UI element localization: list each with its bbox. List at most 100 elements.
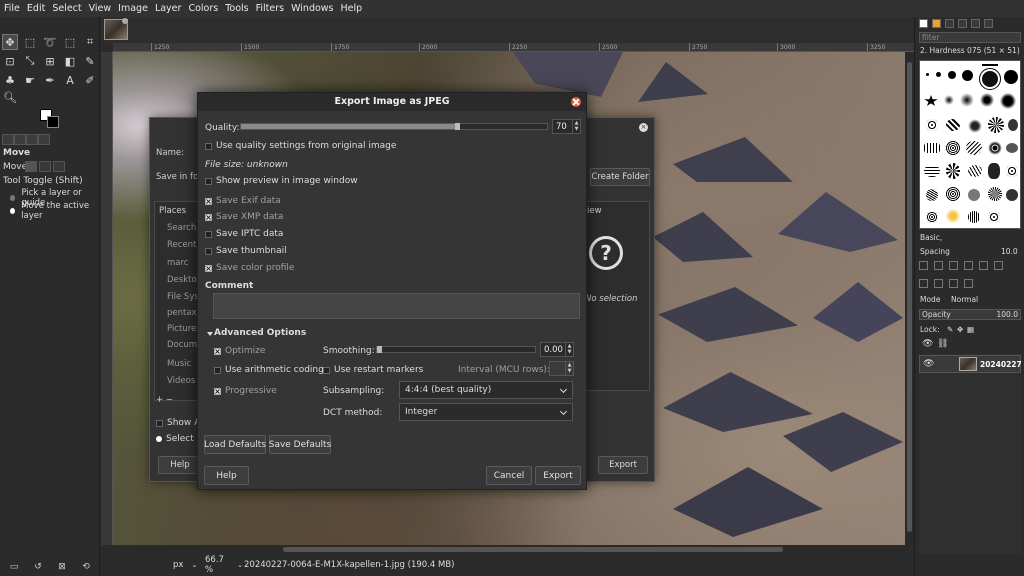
- menu-filters[interactable]: Filters: [256, 3, 284, 14]
- eye-icon[interactable]: 👁︎: [922, 339, 933, 349]
- scroll-thumb[interactable]: [283, 547, 783, 552]
- brush-item[interactable]: [924, 95, 938, 106]
- menu-image[interactable]: Image: [118, 3, 148, 14]
- arithmetic-coding-checkbox[interactable]: Use arithmetic coding: [214, 365, 324, 375]
- brush-item[interactable]: [962, 70, 973, 81]
- brush-item[interactable]: [926, 189, 938, 201]
- color-picker-icon[interactable]: ✐: [82, 72, 98, 88]
- menu-select[interactable]: Select: [52, 3, 81, 14]
- comment-textarea[interactable]: [213, 293, 580, 319]
- brush-item[interactable]: [988, 211, 1000, 223]
- cage-transform-icon[interactable]: ⊞: [42, 53, 58, 69]
- paths-icon[interactable]: ✒: [42, 72, 58, 88]
- brush-item[interactable]: [948, 71, 956, 79]
- brush-item[interactable]: [966, 141, 982, 155]
- menu-file[interactable]: File: [4, 3, 20, 14]
- eye-icon[interactable]: 👁︎: [923, 359, 934, 369]
- move-layer-mode-icon[interactable]: [25, 161, 37, 172]
- horizontal-scrollbar[interactable]: [113, 545, 905, 554]
- move-path-mode-icon[interactable]: [53, 161, 65, 172]
- warp-transform-icon[interactable]: ⤡: [22, 53, 38, 69]
- brush-item[interactable]: [982, 64, 998, 66]
- text-tool-icon[interactable]: A: [62, 72, 78, 88]
- background-color-swatch[interactable]: [47, 116, 59, 128]
- brush-item[interactable]: [968, 189, 980, 201]
- add-place-icon[interactable]: + −: [156, 395, 173, 405]
- brush-item[interactable]: [988, 187, 1002, 201]
- zoom-icon[interactable]: 🔍︎: [2, 89, 18, 105]
- menu-help[interactable]: Help: [341, 3, 363, 14]
- brush-item[interactable]: [968, 165, 982, 177]
- chevron-down-icon[interactable]: [207, 332, 213, 336]
- paintbrush-icon[interactable]: ✎: [82, 53, 98, 69]
- paths-tab-icon[interactable]: [949, 279, 958, 288]
- brush-item[interactable]: [979, 68, 1001, 90]
- lock-position-icon[interactable]: ✥: [957, 325, 963, 334]
- open-brush-icon[interactable]: [994, 261, 1003, 270]
- new-brush-icon[interactable]: [934, 261, 943, 270]
- unit-selector[interactable]: px ⌄: [173, 557, 205, 573]
- place-item[interactable]: Search: [167, 223, 196, 233]
- brush-item[interactable]: [924, 143, 940, 153]
- brush-item[interactable]: [960, 93, 974, 107]
- spin-arrows-icon[interactable]: ▲ ▼: [572, 120, 580, 133]
- brush-item[interactable]: [980, 93, 994, 107]
- spin-arrows-icon[interactable]: ▲ ▼: [565, 343, 573, 356]
- gradients-tab-icon[interactable]: [984, 19, 993, 28]
- move-selection-mode-icon[interactable]: [39, 161, 51, 172]
- fg-bg-tab-icon[interactable]: [919, 19, 928, 28]
- menu-colors[interactable]: Colors: [188, 3, 218, 14]
- advanced-options-label[interactable]: Advanced Options: [214, 328, 306, 338]
- brush-item[interactable]: [988, 117, 1004, 133]
- duplicate-brush-icon[interactable]: [949, 261, 958, 270]
- export-button[interactable]: Export: [598, 456, 648, 474]
- place-item[interactable]: Docum: [167, 340, 197, 350]
- undo-history-tab-icon[interactable]: [26, 134, 38, 145]
- menu-edit[interactable]: Edit: [27, 3, 45, 14]
- save-iptc-checkbox[interactable]: Save IPTC data: [205, 229, 283, 239]
- layer-row[interactable]: 👁︎ 20240227-0064: [919, 355, 1022, 373]
- brush-item[interactable]: [944, 95, 954, 105]
- vertical-scrollbar[interactable]: [905, 52, 914, 545]
- restore-options-icon[interactable]: ↺: [32, 561, 44, 573]
- brush-item[interactable]: [946, 187, 960, 201]
- channels-tab-icon[interactable]: [934, 279, 943, 288]
- move-tool-icon[interactable]: ✥: [2, 34, 18, 50]
- help-button[interactable]: Help: [204, 466, 249, 485]
- save-defaults-button[interactable]: Save Defaults: [269, 435, 331, 454]
- spacing-value[interactable]: 10.0: [1001, 247, 1018, 256]
- smoothing-slider-handle[interactable]: [377, 346, 382, 353]
- reset-options-icon[interactable]: ⟲: [80, 561, 92, 573]
- brush-grid[interactable]: [919, 60, 1021, 229]
- brush-item[interactable]: [926, 119, 938, 131]
- clone-icon[interactable]: ♣: [2, 72, 18, 88]
- subsampling-select[interactable]: 4:4:4 (best quality): [399, 381, 573, 399]
- tool-options-tab-icon[interactable]: [2, 134, 14, 145]
- save-thumbnail-checkbox[interactable]: Save thumbnail: [205, 246, 287, 256]
- brush-item[interactable]: [946, 209, 960, 223]
- place-item[interactable]: pentax: [167, 308, 197, 318]
- brush-item[interactable]: [926, 211, 938, 223]
- device-status-tab-icon[interactable]: [14, 134, 26, 145]
- close-icon[interactable]: ×: [639, 123, 648, 132]
- brush-item[interactable]: [1006, 189, 1018, 201]
- unified-transform-icon[interactable]: ⊡: [2, 53, 18, 69]
- delete-brush-icon[interactable]: [964, 261, 973, 270]
- place-item[interactable]: Videos: [167, 376, 195, 386]
- scroll-thumb[interactable]: [907, 62, 912, 532]
- brush-item[interactable]: [924, 165, 940, 177]
- quality-slider-handle[interactable]: [455, 123, 460, 130]
- cancel-button[interactable]: Cancel: [486, 466, 532, 485]
- export-button[interactable]: Export: [535, 466, 581, 485]
- patterns-tab-icon[interactable]: [971, 19, 980, 28]
- delete-options-icon[interactable]: ⊠: [56, 561, 68, 573]
- brush-item[interactable]: [1006, 165, 1018, 177]
- crop-icon[interactable]: ⌗: [82, 34, 98, 50]
- edit-brush-icon[interactable]: [919, 261, 928, 270]
- select-filetype-toggle[interactable]: Select F: [156, 434, 202, 444]
- help-button[interactable]: Help: [158, 456, 202, 474]
- place-item[interactable]: marc: [167, 258, 188, 268]
- brush-item[interactable]: [988, 141, 1002, 155]
- rect-select-icon[interactable]: ⬚: [22, 34, 38, 50]
- smoothing-slider[interactable]: [376, 346, 536, 353]
